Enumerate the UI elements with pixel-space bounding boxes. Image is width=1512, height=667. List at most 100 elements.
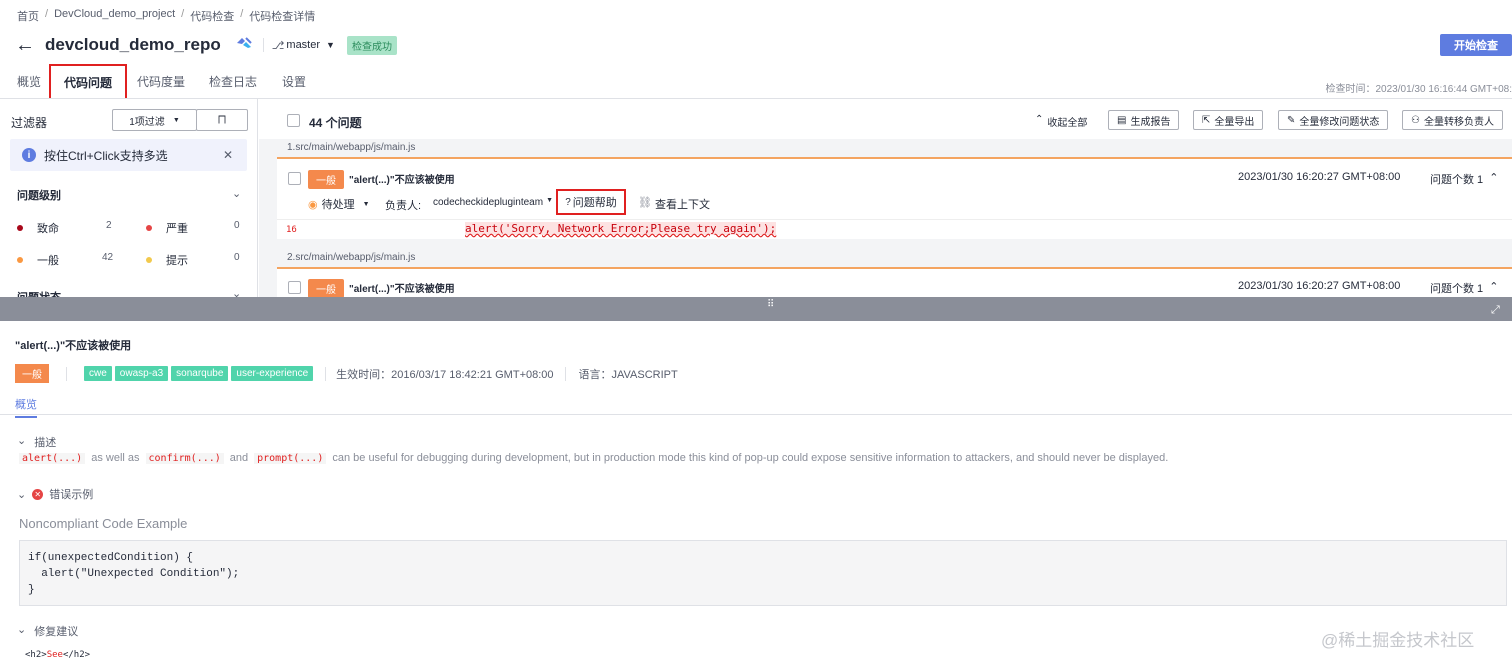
issues-header: 44 个问题 ⌃ 收起全部 ▤ 生成报告 ⇱ 全量导出 ✎ 全量修改问题状态 ⚇ 全量转移…	[259, 99, 1512, 139]
info-icon: i	[22, 148, 36, 162]
breadcrumb: 首页 / DevCloud_demo_project / 代码检查 / 代码检查…	[17, 8, 315, 24]
repo-link-icon[interactable]	[235, 36, 253, 55]
severity-count: 0	[234, 220, 240, 231]
severity-label: 一般	[37, 255, 59, 267]
check-time: 检查时间：2023/01/30 16:16:44 GMT+08:	[1325, 84, 1512, 95]
filter-dropdown[interactable]: 1项过滤 ▼	[112, 109, 197, 131]
issue-checkbox[interactable]	[288, 281, 301, 294]
detail-title: "alert(...)"不应该被使用	[15, 340, 132, 352]
severity-hint[interactable]: 提示	[146, 252, 188, 268]
caret-down-icon[interactable]: ▼	[326, 40, 335, 50]
heading-label: 修复建议	[34, 626, 79, 638]
chevron-up-icon: ⌃	[1489, 172, 1499, 184]
severity-count: 2	[106, 220, 112, 231]
severity-critical[interactable]: 严重	[146, 220, 188, 236]
filter-tree-button[interactable]: ⨅	[196, 109, 248, 131]
code-tag: <h2>	[25, 650, 47, 660]
inline-code: confirm(...)	[145, 452, 224, 464]
branch-selector[interactable]: master	[286, 39, 320, 51]
issue-help-button[interactable]: ? 问题帮助	[556, 189, 626, 215]
line-number: 16	[286, 225, 297, 235]
transfer-owner-button[interactable]: ⚇ 全量转移负责人	[1402, 110, 1503, 130]
issue-card: 一般 "alert(...)"不应该被使用 2023/01/30 16:20:2…	[277, 267, 1512, 297]
chevron-down-icon: ⌄	[17, 488, 27, 501]
tab-code-issues[interactable]: 代码问题	[49, 64, 128, 100]
divider	[564, 366, 566, 381]
button-label: 全量转移负责人	[1423, 116, 1494, 128]
start-check-button[interactable]: 开始检查	[1440, 34, 1512, 56]
tab-check-log[interactable]: 检查日志	[196, 64, 270, 100]
back-arrow-icon[interactable]: ←	[15, 35, 35, 55]
status-dropdown[interactable]: ◉ 待处理 ▼	[308, 196, 370, 212]
divider	[0, 414, 1512, 415]
issue-count-toggle[interactable]: 问题个数 1 ⌃	[1430, 171, 1498, 187]
issue-checkbox[interactable]	[288, 172, 301, 185]
description-heading[interactable]: ⌄ 描述	[17, 434, 56, 450]
link-icon: ⛓	[638, 197, 652, 209]
owner-dropdown[interactable]: codecheckidepluginteam ▼	[433, 197, 553, 208]
export-icon: ⇱	[1202, 114, 1211, 126]
collapse-all-button[interactable]: ⌃ 收起全部	[1035, 114, 1087, 129]
caret-down-icon: ▼	[362, 200, 370, 208]
tab-code-metrics[interactable]: 代码度量	[127, 64, 196, 100]
description-fragment: can be useful for debugging during devel…	[332, 452, 1169, 464]
tag: user-experience	[231, 366, 314, 381]
expand-icon[interactable]: ⤢	[1491, 304, 1500, 317]
description-fragment: as well as	[91, 452, 140, 464]
error-icon: ✕	[32, 488, 44, 500]
heading-label: 错误示例	[49, 489, 94, 501]
severity-fatal[interactable]: 致命	[17, 220, 59, 236]
breadcrumb-project[interactable]: DevCloud_demo_project	[54, 8, 175, 24]
code-line: }	[28, 584, 35, 596]
status-badge: 检查成功	[346, 35, 397, 55]
branch-icon: ⎇	[271, 39, 285, 52]
issue-title[interactable]: "alert(...)"不应该被使用	[349, 171, 455, 186]
select-all-checkbox[interactable]	[287, 114, 300, 127]
hint-dot-icon	[146, 257, 152, 263]
filter-panel: 过滤器 1项过滤 ▼ ⨅ i 按住Ctrl+Click支持多选 ✕ 问题级别 ⌄ …	[0, 99, 258, 297]
chevron-up-icon: ⌃	[1489, 281, 1499, 293]
code-snippet: alert('Sorry, Network Error;Please try a…	[465, 222, 777, 235]
inline-code: prompt(...)	[254, 452, 327, 464]
generate-report-button[interactable]: ▤ 生成报告	[1108, 110, 1180, 130]
tag: cwe	[84, 366, 112, 381]
severity-badge: 一般	[15, 364, 49, 383]
language: 语言：JAVASCRIPT	[578, 368, 678, 381]
issue-count-label: 问题个数 1	[1430, 174, 1484, 186]
tab-settings[interactable]: 设置	[270, 64, 318, 100]
button-label: 全量导出	[1214, 116, 1255, 128]
multi-select-tip: i 按住Ctrl+Click支持多选 ✕	[10, 139, 247, 171]
owner-label: 负责人:	[385, 200, 422, 212]
wrong-example-heading[interactable]: ⌄ ✕ 错误示例	[17, 486, 93, 502]
breadcrumb-home[interactable]: 首页	[17, 8, 39, 24]
chevron-down-icon[interactable]: ⌄	[232, 287, 241, 297]
severity-label: 致命	[37, 223, 59, 235]
export-all-button[interactable]: ⇱ 全量导出	[1193, 110, 1264, 130]
panel-resize-handle[interactable]: ⠿ ⤢	[0, 297, 1512, 321]
severity-normal[interactable]: 一般	[17, 252, 59, 268]
report-icon: ▤	[1117, 114, 1127, 126]
help-label: 问题帮助	[572, 197, 617, 209]
issue-count: 44 个问题	[309, 116, 362, 130]
issue-count-toggle[interactable]: 问题个数 1 ⌃	[1430, 280, 1498, 296]
repo-title: devcloud_demo_repo	[45, 35, 221, 54]
close-icon[interactable]: ✕	[223, 148, 233, 162]
collapse-all-label: 收起全部	[1047, 118, 1088, 129]
issue-detail-panel: "alert(...)"不应该被使用 一般 cwe owasp-a3 sonar…	[0, 321, 1512, 667]
chevron-down-icon: ⌄	[17, 435, 27, 447]
severity-section-title: 问题级别	[17, 190, 61, 202]
severity-count: 0	[234, 252, 240, 263]
chevron-down-icon[interactable]: ⌄	[232, 187, 241, 200]
fix-suggestion-heading[interactable]: ⌄ 修复建议	[17, 623, 78, 639]
view-context-button[interactable]: ⛓ 查看上下文	[638, 196, 710, 212]
code-line: 16 alert('Sorry, Network Error;Please tr…	[277, 219, 1512, 239]
drag-handle-icon[interactable]: ⠿	[767, 299, 774, 310]
issue-title[interactable]: "alert(...)"不应该被使用	[349, 280, 455, 295]
owner-name: codecheckidepluginteam	[433, 197, 544, 208]
modify-status-button[interactable]: ✎ 全量修改问题状态	[1278, 110, 1389, 130]
description-text: alert(...) as well as confirm(...) and p…	[19, 452, 1168, 464]
status-section-title: 问题状态	[17, 289, 61, 297]
chevron-up-icon: ⌃	[1035, 114, 1044, 125]
pending-icon: ◉	[308, 198, 318, 211]
breadcrumb-codecheck[interactable]: 代码检查	[190, 8, 234, 24]
